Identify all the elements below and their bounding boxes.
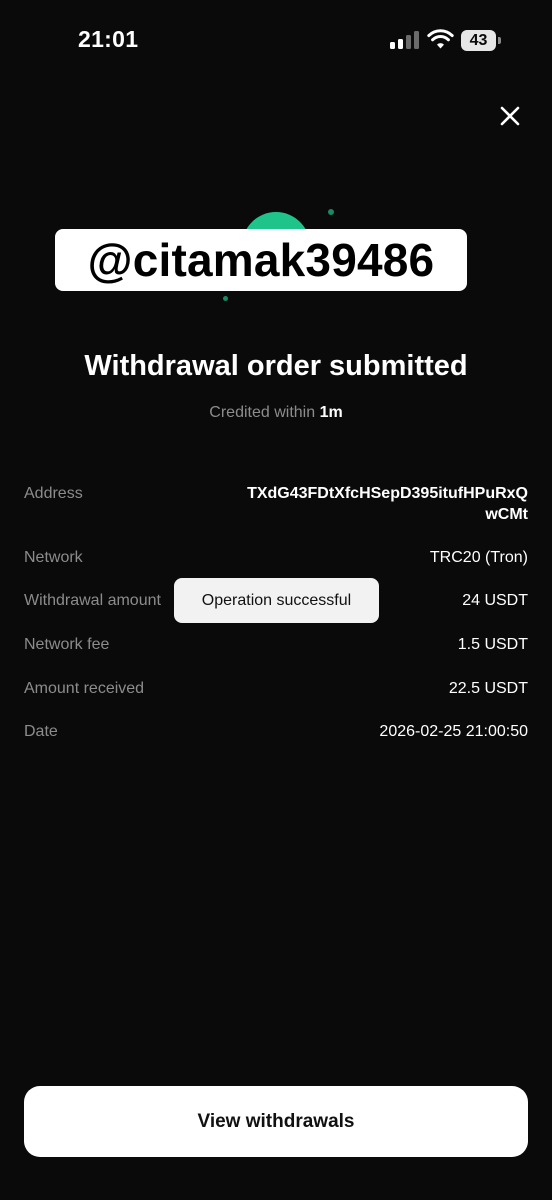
decor-dot xyxy=(328,209,334,215)
signal-bars-icon xyxy=(390,31,420,49)
status-bar: 21:01 43 xyxy=(0,0,552,80)
battery-level: 43 xyxy=(461,30,496,51)
watermark-label: @citamak39486 xyxy=(55,229,467,291)
withdrawal-amount-value: 24 USDT xyxy=(462,592,528,609)
page-title: Withdrawal order submitted xyxy=(84,350,468,382)
credited-prefix: Credited within xyxy=(209,404,320,421)
detail-label: Date xyxy=(24,723,58,740)
battery-icon: 43 xyxy=(461,30,501,51)
status-time: 21:01 xyxy=(78,26,139,52)
decor-dot xyxy=(223,296,228,301)
network-fee-value: 1.5 USDT xyxy=(457,636,528,653)
detail-label: Address xyxy=(24,485,83,502)
date-value: 2026-02-25 21:00:50 xyxy=(379,723,528,740)
wifi-icon xyxy=(427,29,454,49)
address-value: TXdG43FDtXfcHSepD395itufHPuRxQwCMt xyxy=(247,485,528,523)
close-icon[interactable] xyxy=(496,102,524,130)
detail-label: Network xyxy=(24,549,83,566)
view-withdrawals-button[interactable]: View withdrawals xyxy=(24,1086,528,1157)
network-value: TRC20 (Tron) xyxy=(429,549,528,566)
credited-line: Credited within 1m xyxy=(0,404,552,422)
detail-label: Network fee xyxy=(24,636,110,653)
toast-message: Operation successful xyxy=(174,578,379,623)
detail-label: Amount received xyxy=(24,680,145,697)
detail-label: Withdrawal amount xyxy=(24,592,161,609)
credited-value: 1m xyxy=(319,404,343,421)
amount-received-value: 22.5 USDT xyxy=(448,680,528,697)
